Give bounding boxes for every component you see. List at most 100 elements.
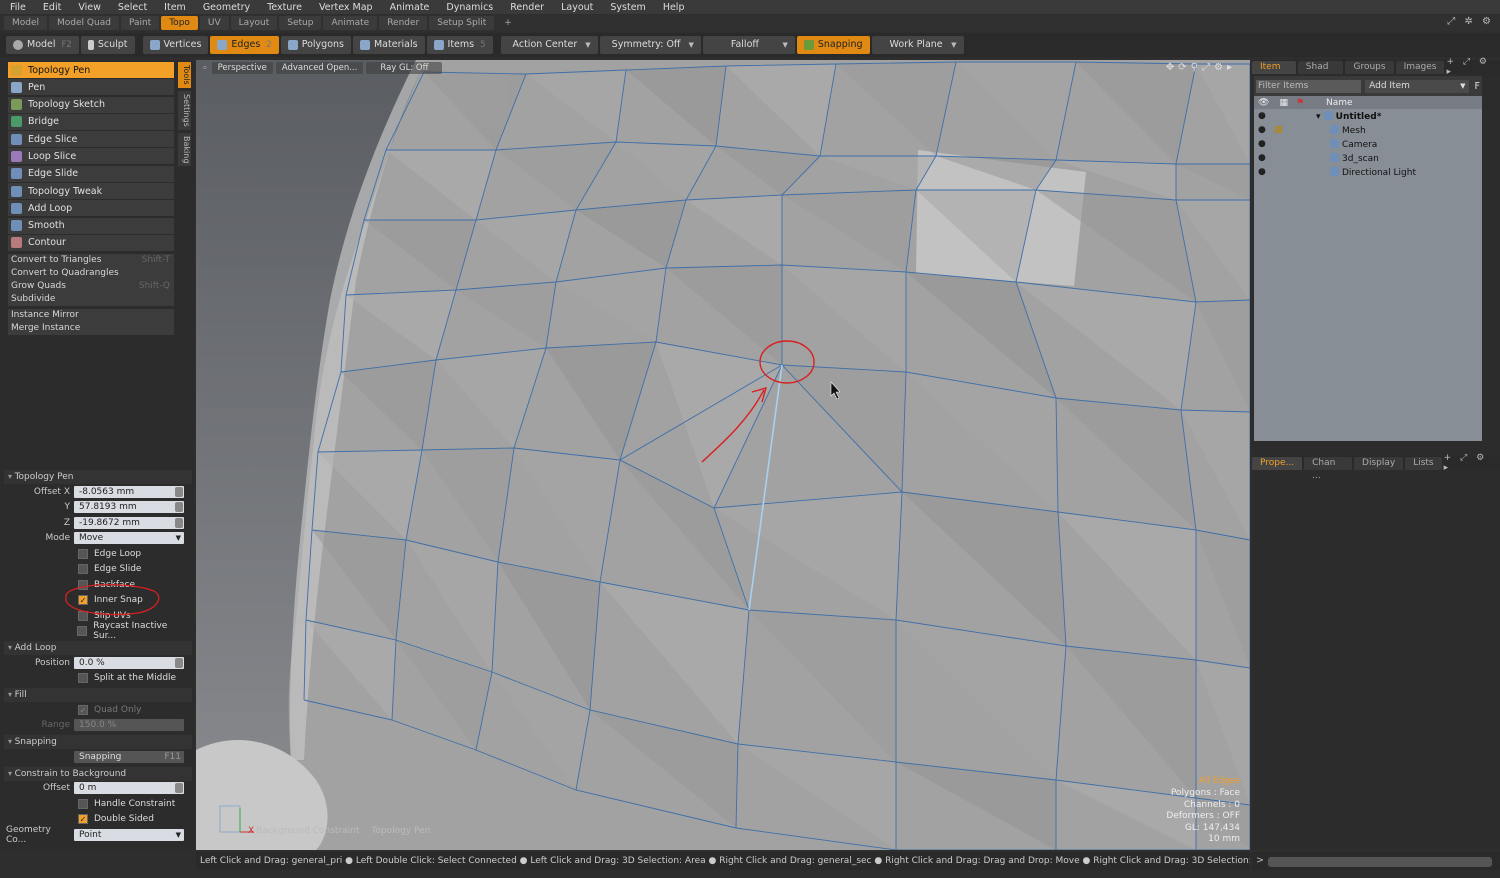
- raygl-button[interactable]: Ray GL: Off: [366, 62, 442, 74]
- item-list-tab-1[interactable]: Shad ...: [1298, 61, 1344, 74]
- advanced-opengl-button[interactable]: Advanced Open...: [276, 62, 364, 74]
- double-sided-checkbox[interactable]: ✓: [78, 814, 88, 824]
- side-tab-tools[interactable]: Tools: [178, 62, 191, 88]
- section-fill[interactable]: Fill: [4, 688, 192, 702]
- tool-contour[interactable]: Contour: [8, 235, 174, 251]
- layout-tab-topo[interactable]: Topo: [161, 16, 198, 30]
- visibility-eye-icon[interactable]: ●: [1258, 153, 1268, 163]
- side-tab-baking[interactable]: Baking: [178, 133, 191, 166]
- layout-tab-setup-split[interactable]: Setup Split: [429, 16, 494, 30]
- offset-x-field[interactable]: -8.0563 mm: [74, 486, 184, 498]
- visibility-eye-icon[interactable]: ●: [1258, 125, 1268, 135]
- layout-tab-animate[interactable]: Animate: [323, 16, 377, 30]
- filter-toggle-button[interactable]: F: [1475, 81, 1480, 92]
- properties-tab-2[interactable]: Display: [1354, 457, 1403, 470]
- item-row-3d-scan[interactable]: ●3d_scan: [1254, 151, 1482, 165]
- layout-tab-setup[interactable]: Setup: [279, 16, 321, 30]
- offset-field[interactable]: 0 m: [74, 782, 184, 794]
- geometry-select[interactable]: Point▼: [74, 829, 184, 841]
- sculpt-mode-button[interactable]: Sculpt: [81, 36, 135, 54]
- menu-item-view[interactable]: View: [68, 2, 108, 13]
- menu-item-layout[interactable]: Layout: [551, 2, 600, 13]
- split-middle-checkbox[interactable]: [78, 673, 88, 683]
- tool-topology-tweak[interactable]: Topology Tweak: [8, 183, 174, 199]
- mode-select[interactable]: Move▼: [74, 532, 184, 544]
- offset-z-field[interactable]: -19.8672 mm: [74, 517, 184, 529]
- stepper-icon[interactable]: [175, 783, 183, 793]
- item-list-tab-0[interactable]: Item ...: [1252, 61, 1296, 74]
- menu-item-dynamics[interactable]: Dynamics: [436, 2, 500, 13]
- layout-tab-layout[interactable]: Layout: [231, 16, 278, 30]
- handle-constraint-checkbox[interactable]: [78, 799, 88, 809]
- layout-tab-model-quad[interactable]: Model Quad: [49, 16, 119, 30]
- menu-item-help[interactable]: Help: [653, 2, 692, 13]
- menu-item-vertex-map[interactable]: Vertex Map: [309, 2, 380, 13]
- command-convert-to-triangles[interactable]: Convert to TrianglesShift-T: [8, 254, 174, 267]
- tool-topology-pen[interactable]: Topology Pen: [8, 62, 174, 78]
- section-topology-pen[interactable]: Topology Pen: [4, 470, 192, 484]
- tool-topology-sketch[interactable]: Topology Sketch: [8, 97, 174, 113]
- menu-item-edit[interactable]: Edit: [33, 2, 68, 13]
- items-button[interactable]: Items5: [427, 36, 493, 54]
- filter-items-input[interactable]: Filter Items: [1256, 80, 1361, 93]
- polygons-button[interactable]: Polygons: [281, 36, 351, 54]
- 3d-viewport[interactable]: ◦ Perspective Advanced Open... Ray GL: O…: [196, 60, 1250, 850]
- layout-tab-render[interactable]: Render: [379, 16, 427, 30]
- stepper-icon[interactable]: [175, 487, 183, 497]
- snapping-button[interactable]: Snapping: [797, 36, 870, 54]
- quad-only-checkbox[interactable]: ✓: [78, 705, 88, 715]
- command-convert-to-quadrangles[interactable]: Convert to Quadrangles: [8, 267, 174, 280]
- menu-item-file[interactable]: File: [0, 2, 33, 13]
- add-item-dropdown[interactable]: Add Item▼: [1365, 80, 1468, 93]
- tool-pen[interactable]: Pen: [8, 79, 174, 95]
- range-field[interactable]: 150.0 %: [74, 719, 184, 731]
- add-layout-tab-button[interactable]: +: [496, 16, 520, 30]
- command-input[interactable]: [1268, 857, 1492, 867]
- model-mode-button[interactable]: ModelF2: [6, 36, 79, 54]
- item-row-camera[interactable]: ●Camera: [1254, 137, 1482, 151]
- vertices-button[interactable]: Vertices: [143, 36, 209, 54]
- item-list-tab-2[interactable]: Groups: [1345, 61, 1393, 74]
- item-list-tab-window-icons[interactable]: + ⤢ ⚙ ▸: [1446, 57, 1500, 77]
- position-field[interactable]: 0.0 %: [74, 657, 184, 669]
- menu-item-render[interactable]: Render: [500, 2, 551, 13]
- stepper-icon[interactable]: [175, 502, 183, 512]
- tool-add-loop[interactable]: Add Loop: [8, 200, 174, 216]
- mesh-scene[interactable]: [196, 60, 1250, 850]
- command-subdivide[interactable]: Subdivide: [8, 293, 174, 306]
- section-constrain-background[interactable]: Constrain to Background: [4, 767, 192, 781]
- symmetry-dropdown[interactable]: Symmetry: Off▼: [600, 36, 701, 54]
- viewport-nav-icons[interactable]: ✥⟳⚲⤢⚙▸: [1166, 62, 1236, 73]
- falloff-dropdown[interactable]: Falloff▼: [703, 36, 795, 54]
- work-plane-dropdown[interactable]: Work Plane▼: [872, 36, 964, 54]
- command-line[interactable]: >: [1252, 852, 1500, 870]
- menu-item-system[interactable]: System: [600, 2, 652, 13]
- perspective-button[interactable]: Perspective: [212, 62, 273, 74]
- visibility-eye-icon[interactable]: ●: [1258, 111, 1268, 121]
- properties-tab-1[interactable]: Chan ...: [1304, 457, 1352, 470]
- tool-loop-slice[interactable]: Loop Slice: [8, 148, 174, 164]
- section-snapping[interactable]: Snapping: [4, 735, 192, 749]
- viewport-menu-icon[interactable]: ◦: [202, 63, 208, 74]
- layout-tab-uv[interactable]: UV: [200, 16, 229, 30]
- menu-item-select[interactable]: Select: [108, 2, 154, 13]
- command-merge-instance[interactable]: Merge Instance: [8, 322, 174, 335]
- item-row-untitled-[interactable]: ●▾ Untitled*: [1254, 109, 1482, 123]
- raycast-checkbox[interactable]: [77, 626, 87, 636]
- visibility-eye-icon[interactable]: ●: [1258, 167, 1268, 177]
- edge-loop-checkbox[interactable]: [78, 549, 88, 559]
- properties-tab-window-icons[interactable]: + ⤢ ⚙ ▸: [1444, 453, 1500, 473]
- offset-y-field[interactable]: 57.8193 mm: [74, 501, 184, 513]
- stepper-icon[interactable]: [175, 658, 183, 668]
- section-add-loop[interactable]: Add Loop: [4, 641, 192, 655]
- command-grow-quads[interactable]: Grow QuadsShift-Q: [8, 280, 174, 293]
- menu-item-geometry[interactable]: Geometry: [193, 2, 257, 13]
- properties-tab-3[interactable]: Lists: [1405, 457, 1441, 470]
- tool-smooth[interactable]: Smooth: [8, 218, 174, 234]
- action-center-dropdown[interactable]: Action Center▼: [501, 36, 598, 54]
- visibility-eye-icon[interactable]: ●: [1258, 139, 1268, 149]
- tool-edge-slice[interactable]: Edge Slice: [8, 131, 174, 147]
- edges-button[interactable]: Edges2: [210, 36, 278, 54]
- tool-edge-slide[interactable]: Edge Slide: [8, 166, 174, 182]
- menu-item-item[interactable]: Item: [154, 2, 193, 13]
